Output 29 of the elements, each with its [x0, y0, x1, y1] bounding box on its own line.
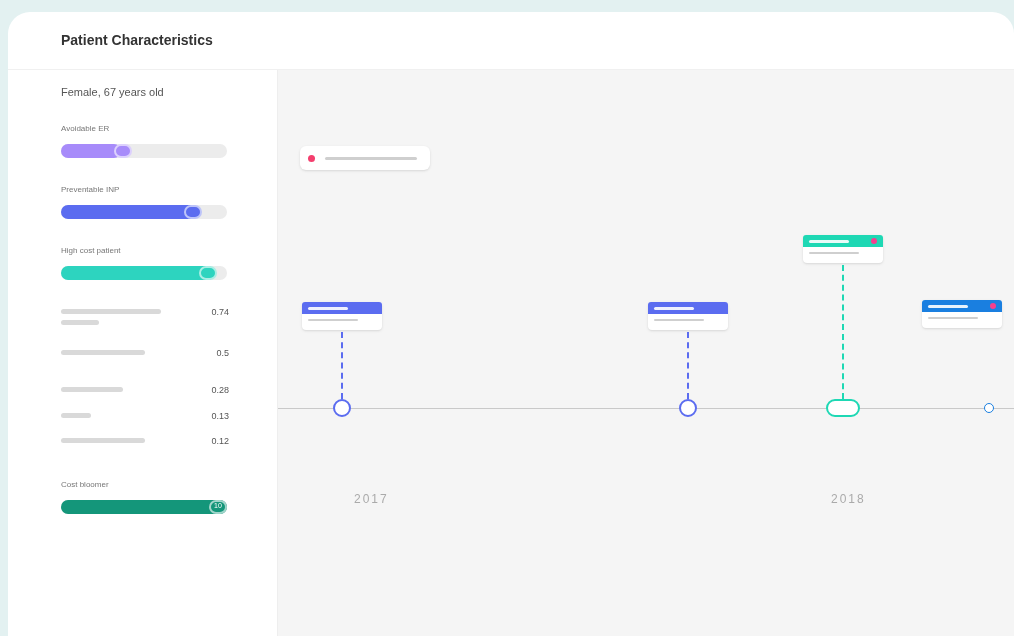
- redacted-text-bar: [928, 304, 968, 308]
- redacted-text-bar: [809, 239, 849, 243]
- year-label: 2017: [354, 491, 389, 508]
- slider-track[interactable]: [61, 204, 227, 219]
- patient-summary: Female, 67 years old: [61, 85, 165, 100]
- slider-label: Avoidable ER: [61, 122, 111, 135]
- score-value: 0.13: [211, 409, 229, 423]
- timeline-node[interactable]: [679, 399, 697, 417]
- timeline-node[interactable]: [333, 399, 351, 417]
- slider-label: Cost bloomer: [61, 478, 110, 491]
- score-value: 0.74: [211, 305, 229, 319]
- score-value: 0.12: [211, 435, 229, 448]
- connector-line: [687, 332, 689, 399]
- redacted-text-bar: [654, 306, 694, 310]
- redacted-text-bar: [61, 387, 123, 392]
- year-label: 2018: [831, 491, 866, 508]
- redacted-text-bar: [61, 319, 99, 325]
- redacted-text-bar: [61, 412, 91, 418]
- score-value: 0.28: [211, 384, 229, 397]
- score-value: 0.5: [216, 346, 229, 360]
- connector-line: [341, 332, 343, 399]
- redacted-text-bar: [308, 306, 348, 310]
- timeline-node[interactable]: [984, 403, 994, 413]
- slider-thumb[interactable]: [114, 143, 133, 158]
- slider-track[interactable]: [61, 143, 227, 158]
- slider-label: High cost patient: [61, 244, 122, 257]
- panel-title: Patient Characteristics: [61, 31, 213, 50]
- slider-label: Preventable INP: [61, 183, 121, 196]
- timeline-node[interactable]: [826, 399, 860, 417]
